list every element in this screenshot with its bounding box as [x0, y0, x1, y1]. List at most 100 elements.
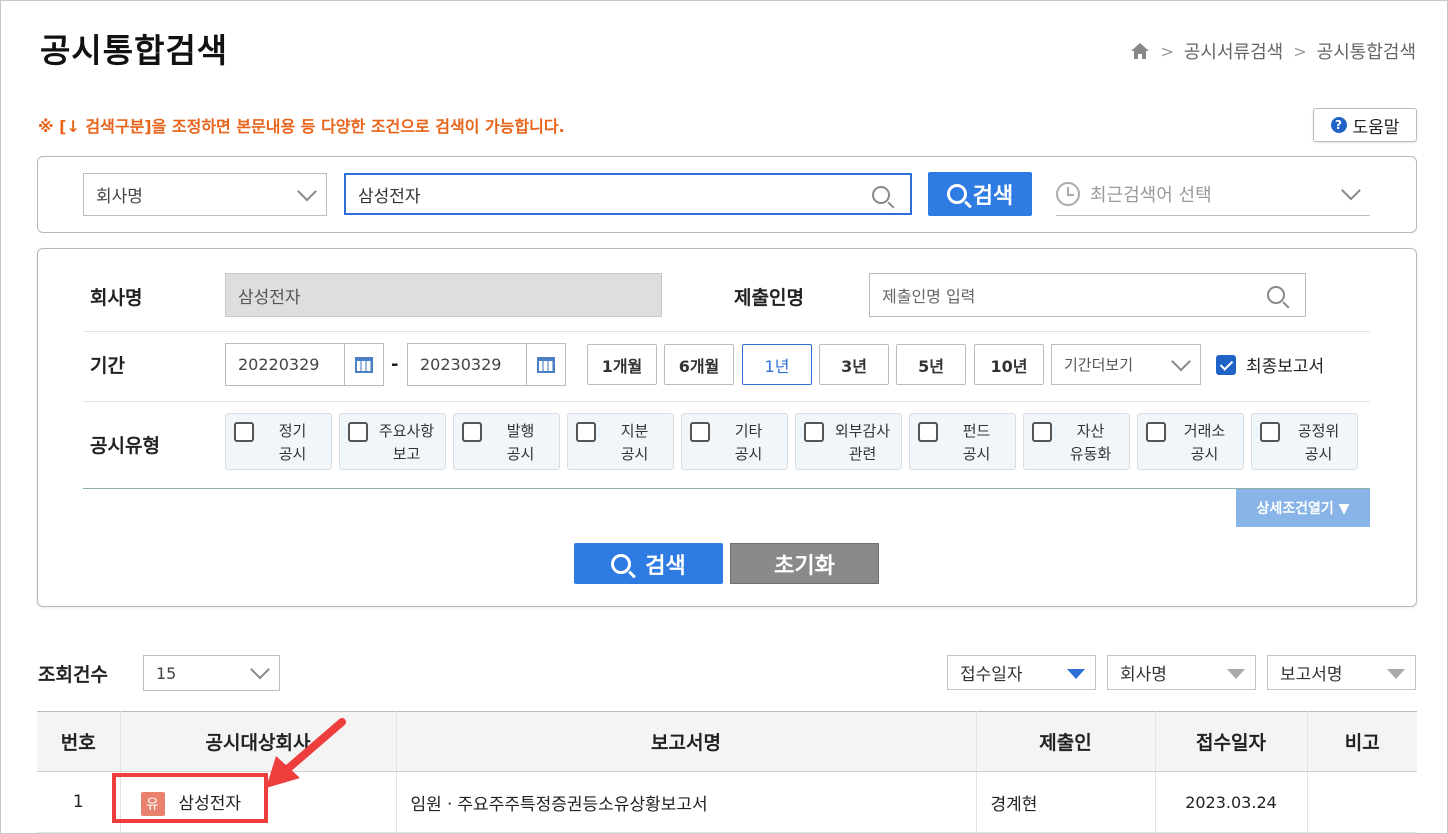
- period-10year-button[interactable]: 10년: [974, 344, 1044, 385]
- type-regular[interactable]: 정기 공시: [225, 413, 332, 470]
- quick-search-button[interactable]: 검색: [928, 172, 1032, 216]
- checkbox-checked[interactable]: [1216, 354, 1236, 375]
- type-major[interactable]: 주요사항 보고: [339, 413, 446, 470]
- period-1month-button[interactable]: 1개월: [587, 344, 657, 385]
- final-report-checkbox[interactable]: 최종보고서: [1216, 352, 1324, 377]
- row-number: 1: [37, 771, 121, 833]
- type-audit[interactable]: 외부감사 관련: [795, 413, 902, 470]
- row-divider: [83, 331, 1370, 332]
- chevron-down-icon: [297, 181, 317, 201]
- recent-search-select[interactable]: 최근검색어 선택: [1056, 173, 1370, 216]
- column-header: 제출인: [976, 711, 1156, 772]
- breadcrumb-item[interactable]: 공시통합검색: [1317, 38, 1416, 64]
- breadcrumb-item[interactable]: 공시서류검색: [1184, 38, 1283, 64]
- question-icon: ?: [1330, 117, 1347, 133]
- help-button-label: 도움말: [1352, 117, 1400, 138]
- final-report-label: 최종보고서: [1246, 357, 1325, 377]
- search-input-value: 삼성전자: [358, 186, 421, 207]
- checkbox[interactable]: [348, 422, 368, 442]
- checkbox[interactable]: [1260, 422, 1280, 442]
- sort-company-select[interactable]: 회사명: [1107, 655, 1256, 690]
- sort-date-select[interactable]: 접수일자: [947, 655, 1096, 690]
- start-date-value: 20220329: [238, 355, 320, 374]
- chevron-down-icon: [1171, 351, 1191, 371]
- quick-search-button-label: 검색: [972, 184, 1014, 209]
- count-label: 조회건수: [38, 664, 108, 686]
- type-securitization[interactable]: 자산 유동화: [1023, 413, 1130, 470]
- arrow-annotation: [266, 718, 346, 788]
- period-6month-button[interactable]: 6개월: [664, 344, 734, 385]
- search-icon[interactable]: [1267, 286, 1285, 304]
- report-link[interactable]: 임원ㆍ주요주주특정증권등소유상황보고서: [396, 771, 977, 833]
- sort-report-select[interactable]: 보고서명: [1267, 655, 1416, 690]
- checkbox[interactable]: [462, 422, 482, 442]
- search-button-label: 검색: [645, 553, 686, 579]
- chevron-right-icon: >: [1293, 41, 1307, 61]
- company-field: 삼성전자: [225, 273, 662, 317]
- type-fund[interactable]: 펀드 공시: [909, 413, 1016, 470]
- period-more-select[interactable]: 기간더보기: [1051, 344, 1201, 385]
- table-header-row: 번호 공시대상회사 보고서명 제출인 접수일자 비고: [37, 711, 1417, 772]
- triangle-down-icon: [1227, 669, 1245, 679]
- date-cell: 2023.03.24: [1155, 771, 1308, 833]
- checkbox[interactable]: [804, 422, 824, 442]
- search-icon[interactable]: [872, 186, 890, 204]
- page-title: 공시통합검색: [40, 31, 229, 70]
- start-calendar-button[interactable]: [344, 343, 384, 386]
- help-button[interactable]: ? 도움말: [1313, 108, 1417, 142]
- submitter-cell: 경계현: [976, 771, 1156, 833]
- recent-search-placeholder: 최근검색어 선택: [1090, 185, 1212, 206]
- company-field-value: 삼성전자: [238, 287, 301, 308]
- type-label: 공시유형: [90, 435, 160, 457]
- submitter-input[interactable]: 제출인명 입력: [869, 273, 1306, 317]
- checkbox[interactable]: [918, 422, 938, 442]
- count-select[interactable]: 15: [143, 655, 280, 691]
- search-button[interactable]: 검색: [574, 543, 723, 584]
- checkbox[interactable]: [1032, 422, 1052, 442]
- period-3year-button[interactable]: 3년: [819, 344, 889, 385]
- column-header: 접수일자: [1155, 711, 1308, 772]
- triangle-down-icon: [1067, 669, 1085, 679]
- chevron-down-icon: [250, 659, 270, 680]
- submitter-label: 제출인명: [734, 287, 804, 309]
- type-equity[interactable]: 지분 공시: [567, 413, 674, 470]
- start-date-input[interactable]: 20220329: [225, 343, 345, 386]
- chevron-right-icon: >: [1160, 41, 1174, 61]
- end-date-input[interactable]: 20230329: [407, 343, 527, 386]
- sort-date-label: 접수일자: [960, 665, 1023, 685]
- home-icon[interactable]: [1130, 42, 1150, 60]
- calendar-icon: [536, 356, 555, 373]
- chevron-down-icon: [1341, 180, 1361, 201]
- end-date-value: 20230329: [420, 355, 502, 374]
- reset-button[interactable]: 초기화: [730, 543, 879, 584]
- checkbox[interactable]: [234, 422, 254, 442]
- type-ftc[interactable]: 공정위 공시: [1251, 413, 1358, 470]
- period-1year-button[interactable]: 1년: [742, 344, 812, 385]
- breadcrumb: > 공시서류검색 > 공시통합검색: [1130, 38, 1416, 64]
- column-header: 번호: [37, 711, 121, 772]
- calendar-icon: [354, 356, 373, 373]
- highlight-annotation: [112, 773, 268, 823]
- type-issuance[interactable]: 발행 공시: [453, 413, 560, 470]
- date-separator: -: [391, 354, 399, 375]
- search-icon: [611, 553, 632, 574]
- period-more-value: 기간더보기: [1064, 356, 1134, 374]
- column-header: 보고서명: [396, 711, 977, 772]
- type-exchange[interactable]: 거래소 공시: [1137, 413, 1244, 470]
- history-icon: [1056, 182, 1080, 206]
- checkbox[interactable]: [690, 422, 710, 442]
- column-header: 비고: [1307, 711, 1417, 772]
- detail-divider: [83, 488, 1370, 489]
- count-value: 15: [156, 663, 177, 683]
- checkbox[interactable]: [576, 422, 596, 442]
- search-category-value: 회사명: [96, 187, 143, 207]
- search-input[interactable]: 삼성전자: [344, 173, 912, 215]
- period-label: 기간: [90, 355, 125, 377]
- period-5year-button[interactable]: 5년: [896, 344, 966, 385]
- note-cell: [1307, 771, 1417, 833]
- detail-toggle-button[interactable]: 상세조건열기 ▼: [1236, 489, 1370, 527]
- checkbox[interactable]: [1146, 422, 1166, 442]
- end-calendar-button[interactable]: [526, 343, 566, 386]
- type-other[interactable]: 기타 공시: [681, 413, 788, 470]
- search-category-select[interactable]: 회사명: [83, 173, 327, 216]
